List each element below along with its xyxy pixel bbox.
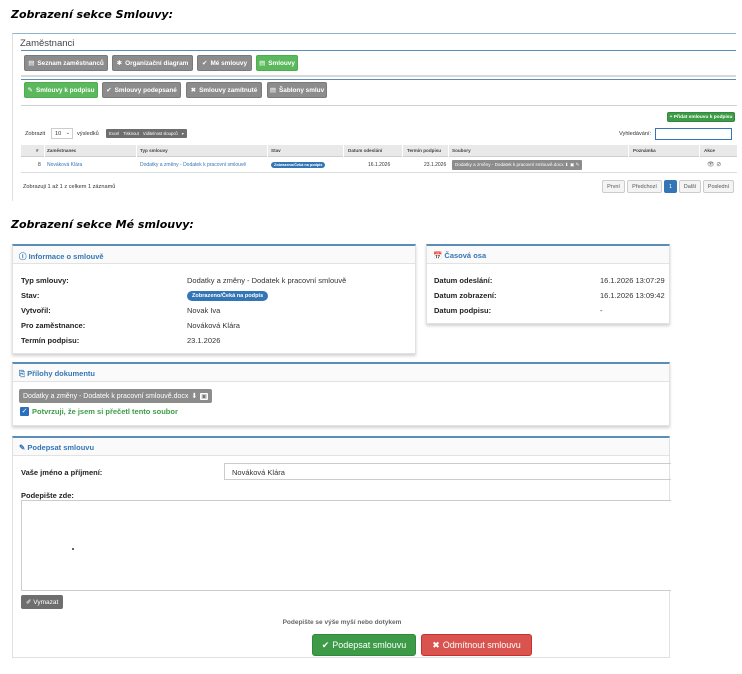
col-note[interactable]: Poznámka [633,148,656,153]
page-title: Zaměstnanci [20,38,75,49]
panel-title: 📅 Časová osa [433,251,487,260]
nav-divider [21,75,736,77]
nav-employee-list-button[interactable]: ▤ Seznam zaměstnanců [24,55,108,71]
table-header: # Zaměstnanec Typ smlouvy Stav Datum ode… [21,145,737,157]
row-employee-link[interactable]: Nováková Klára [47,162,82,168]
search-label: Vyhledávání: [619,131,652,137]
caption-moje-smlouvy: Zobrazení sekce Mé smlouvy: [11,218,194,231]
results-label: výsledků [77,131,99,137]
employee-link[interactable]: Nováková Klára [187,321,240,330]
row-file-button[interactable]: Dodatky a změny - Dodatek k pracovní sml… [452,160,583,170]
download-icon: ⬇ [564,162,569,167]
close-icon: ✖ [432,639,440,650]
col-status[interactable]: Stav [271,148,281,153]
page-first-button[interactable]: První [602,180,625,193]
search-input[interactable] [655,128,732,140]
page-last-button[interactable]: Poslední [703,180,734,193]
panel-title: ⓘ Informace o smlouvě [19,252,104,261]
preview-icon[interactable]: ▣ [570,162,574,167]
panel-title: ⎘ Přílohy dokumentu [19,369,96,378]
chevron-down-icon: ⌄ [65,130,70,136]
column-visibility-button[interactable]: Viditelnost sloupců [143,131,178,136]
name-input[interactable]: Nováková Klára [224,463,671,480]
sign-panel: ✎ Podepsat smlouvu Vaše jméno a příjmení… [12,436,671,658]
timeline-panel: 📅 Časová osa Datum odeslání: 16.1.2026 1… [426,244,670,324]
pencil-icon: ✎ [27,87,33,94]
col-actions[interactable]: Akce [704,148,715,153]
col-deadline[interactable]: Termín podpisu [407,148,441,153]
screenshot-smlouvy: Zaměstnanci ▤ Seznam zaměstnanců ✱ Organ… [12,33,737,202]
attachment-file-button[interactable]: Dodatky a změny - Dodatek k pracovní sml… [19,389,212,403]
tab-signed-button[interactable]: ✔ Smlouvy podepsané [102,82,181,98]
preview-icon[interactable]: ▣ [200,392,208,400]
row-actions-icons[interactable]: 👁 ⊘ [707,161,721,168]
status-badge: Zobrazeno/Čeká na podpis [187,291,269,301]
col-files[interactable]: Soubory [452,148,471,153]
contract-info-panel: ⓘ Informace o smlouvě Typ smlouvy: Dodat… [12,244,416,354]
export-button-group: Excel Tisknout Viditelnost sloupců ▾ [106,129,187,138]
status-badge: Zobrazeno/Čeká na podpis [271,162,326,168]
check-icon: ✔ [201,60,208,67]
confirm-checkbox[interactable]: ✓ [20,407,29,416]
panel-title: ✎ Podepsat smlouvu [19,443,95,452]
close-icon: ✖ [190,87,197,94]
list-icon: ▤ [269,87,277,94]
check-icon: ✔ [321,639,330,650]
add-contract-button[interactable]: + Přidat smlouvu k podpisu [667,112,735,122]
list-icon: ▤ [28,60,35,67]
eraser-icon: ✐ [26,599,32,606]
row-type-link[interactable]: Dodatky a změny - Dodatek k pracovní sml… [140,162,246,168]
nav-contracts-button[interactable]: ▤ Smlouvy [256,55,298,71]
nav-divider-blue [21,79,736,80]
table-info: Zobrazuji 1 až 1 z celkem 1 záznamů [23,184,116,190]
nav-org-diagram-button[interactable]: ✱ Organizační diagram [112,55,193,71]
col-type[interactable]: Typ smlouvy [140,148,168,153]
page-1-button[interactable]: 1 [664,180,677,193]
edit-icon[interactable]: ✎ [576,162,580,167]
signature-canvas[interactable] [21,500,671,591]
sign-hint: Podepište se výše myší nebo dotykem [282,619,402,626]
page-next-button[interactable]: Další [679,180,701,193]
caret-down-icon: ▾ [181,131,184,136]
download-icon: ⬇ [191,393,198,400]
attachments-panel: ⎘ Přílohy dokumentu Dodatky a změny - Do… [12,362,670,426]
asterisk-icon: ✱ [116,60,123,67]
confirm-label: Potvrzuji, že jsem si přečetl tento soub… [32,407,178,416]
clear-signature-button[interactable]: ✐ Vymazat [21,595,64,609]
creator-link[interactable]: Novak Iva [187,306,220,315]
tab-to-sign-button[interactable]: ✎ Smlouvy k podpisu [24,82,98,98]
tab-rejected-button[interactable]: ✖ Smlouvy zamítnuté [186,82,262,98]
caption-smlouvy: Zobrazení sekce Smlouvy: [11,8,173,21]
signature-dot [72,548,74,550]
table-row: 8 Nováková Klára Dodatky a změny - Dodat… [21,158,737,173]
excel-button[interactable]: Excel [109,131,119,136]
col-employee[interactable]: Zaměstnanec [47,148,76,153]
col-num[interactable]: # [36,148,39,153]
sign-contract-button[interactable]: ✔ Podepsat smlouvu [312,634,416,656]
reject-contract-button[interactable]: ✖ Odmítnout smlouvu [421,634,532,656]
page-prev-button[interactable]: Předchozí [627,180,662,193]
page-size-select[interactable]: 10 ⌄ [51,128,73,139]
print-button[interactable]: Tisknout [123,131,139,136]
col-sent[interactable]: Datum odeslání [348,148,382,153]
nav-my-contracts-button[interactable]: ✔ Mé smlouvy [197,55,252,71]
list-icon: ▤ [259,60,266,67]
check-icon: ✔ [106,87,112,94]
tab-templates-button[interactable]: ▤ Šablony smluv [267,82,327,98]
title-divider [21,50,736,51]
show-label: Zobrazit [25,131,46,137]
